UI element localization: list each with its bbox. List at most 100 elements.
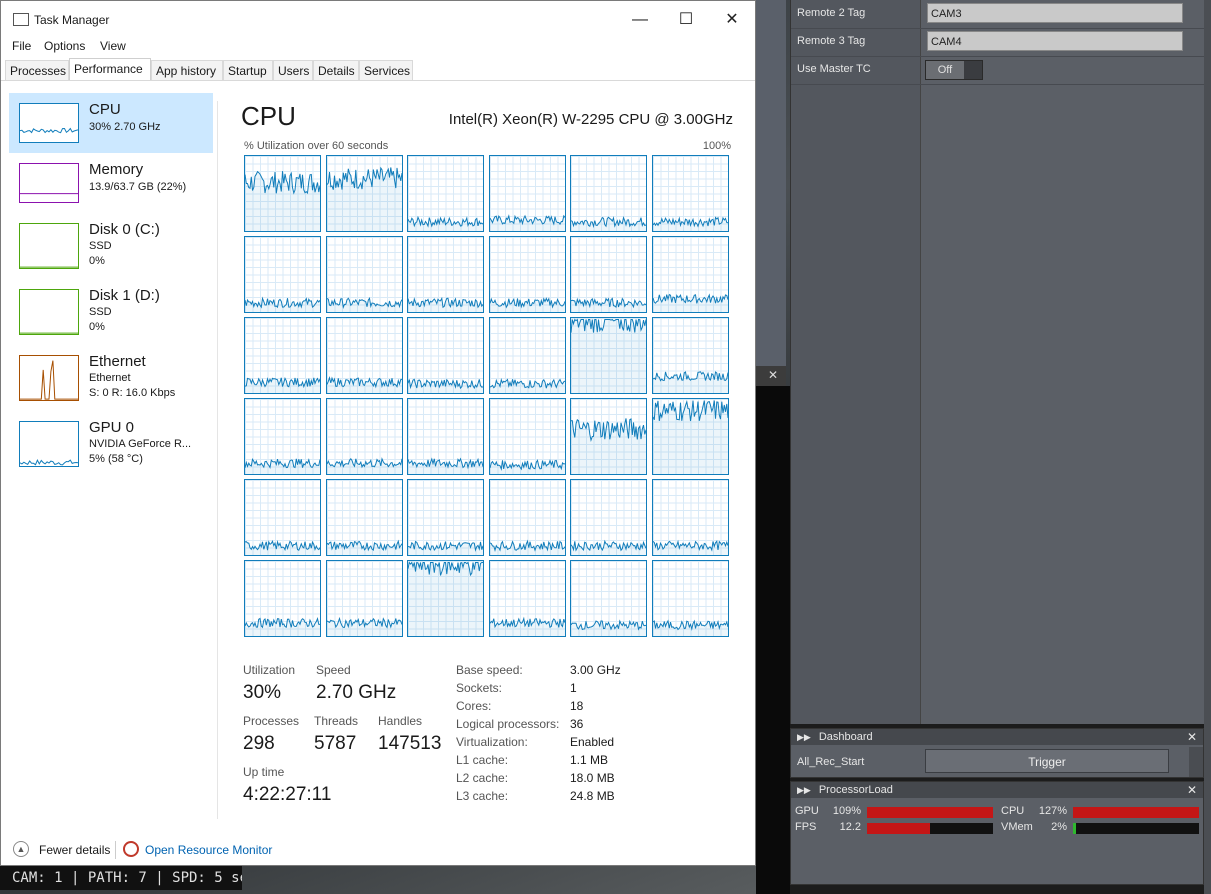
utilization-label: Utilization bbox=[243, 663, 296, 677]
sidebar-item-disk0[interactable]: Disk 0 (C:) SSD 0% bbox=[9, 213, 213, 273]
meter-name: VMem bbox=[1001, 821, 1033, 833]
core-graph bbox=[652, 398, 729, 475]
speed-value: 2.70 GHz bbox=[316, 682, 397, 703]
core-utilization-line bbox=[408, 296, 484, 312]
meter-bar bbox=[1073, 807, 1199, 818]
tab-app-history[interactable]: App history bbox=[151, 60, 223, 80]
sidebar-item-disk1[interactable]: Disk 1 (D:) SSD 0% bbox=[9, 279, 213, 339]
meter-bar bbox=[1073, 823, 1199, 834]
remote2-tag-field[interactable]: CAM3 bbox=[927, 3, 1183, 23]
core-utilization-line bbox=[489, 214, 565, 231]
dashboard-panel: ▶▶ Dashboard ✕ All_Rec_Start Trigger bbox=[790, 728, 1204, 778]
dashboard-title: Dashboard bbox=[818, 731, 873, 743]
core-utilization-area bbox=[326, 167, 402, 231]
disk1-thumbnail-graph bbox=[19, 289, 79, 335]
menu-options[interactable]: Options bbox=[44, 39, 85, 53]
expand-icon[interactable]: ▶▶ bbox=[797, 732, 811, 742]
core-graph bbox=[325, 236, 403, 313]
dashboard-header: ▶▶ Dashboard ✕ bbox=[791, 729, 1203, 745]
chevron-up-icon[interactable]: ▲ bbox=[13, 841, 29, 857]
setting-label: Remote 3 Tag bbox=[797, 35, 866, 47]
meter-name: GPU bbox=[795, 805, 819, 817]
meter-bar bbox=[867, 823, 993, 834]
sidebar-item-gpu0[interactable]: GPU 0 NVIDIA GeForce R... 5% (58 °C) bbox=[9, 411, 213, 471]
core-utilization-line bbox=[653, 399, 728, 474]
core-utilization-line bbox=[489, 297, 565, 312]
tab-details[interactable]: Details bbox=[313, 60, 359, 80]
menu-view[interactable]: View bbox=[100, 39, 126, 53]
spec-label: L2 cache: bbox=[456, 771, 509, 785]
dashboard-row-label: All_Rec_Start bbox=[797, 756, 865, 768]
core-utilization-line bbox=[245, 540, 320, 555]
core-graph bbox=[652, 155, 729, 232]
sidebar-item-name: Disk 0 (C:) bbox=[89, 221, 160, 238]
sidebar-item-detail: NVIDIA GeForce R... bbox=[89, 438, 192, 450]
label-column bbox=[791, 0, 921, 724]
tab-users[interactable]: Users bbox=[273, 60, 313, 80]
core-utilization-line bbox=[245, 617, 320, 636]
fewer-details-link[interactable]: Fewer details bbox=[39, 843, 110, 857]
core-graph bbox=[407, 317, 485, 394]
sidebar-item-ethernet[interactable]: Ethernet Ethernet S: 0 R: 16.0 Kbps bbox=[9, 345, 213, 405]
core-utilization-line bbox=[489, 378, 565, 393]
sidebar-item-detail: 30% 2.70 GHz bbox=[89, 121, 161, 133]
open-resource-monitor-link[interactable]: Open Resource Monitor bbox=[145, 843, 272, 857]
sidebar-item-memory[interactable]: Memory 13.9/63.7 GB (22%) bbox=[9, 153, 213, 213]
title-bar[interactable]: Task Manager — ☐ ✕ bbox=[1, 1, 755, 35]
close-icon[interactable]: ✕ bbox=[768, 368, 778, 382]
spec-value: 18.0 MB bbox=[570, 771, 615, 785]
close-button[interactable]: ✕ bbox=[709, 7, 755, 33]
close-icon[interactable]: ✕ bbox=[1187, 782, 1197, 798]
trigger-button[interactable]: Trigger bbox=[925, 749, 1169, 773]
core-graph bbox=[570, 560, 648, 637]
expand-icon[interactable]: ▶▶ bbox=[797, 785, 811, 795]
core-graph bbox=[325, 398, 403, 475]
master-tc-toggle[interactable]: Off bbox=[925, 60, 983, 80]
core-utilization-line bbox=[326, 539, 402, 555]
core-graph bbox=[244, 155, 321, 232]
logical-processor-graphs[interactable] bbox=[244, 155, 732, 637]
sidebar-item-cpu[interactable]: CPU 30% 2.70 GHz bbox=[9, 93, 213, 153]
core-utilization-line bbox=[489, 539, 565, 555]
sidebar-item-detail: S: 0 R: 16.0 Kbps bbox=[89, 387, 176, 399]
core-graph bbox=[488, 479, 566, 556]
meter-fill bbox=[1073, 823, 1076, 834]
toggle-label: Off bbox=[926, 61, 964, 79]
tab-processes[interactable]: Processes bbox=[5, 60, 69, 80]
footer-divider bbox=[115, 841, 116, 859]
minimize-button[interactable]: — bbox=[617, 7, 663, 33]
spec-label: L3 cache: bbox=[456, 789, 509, 803]
core-graph bbox=[570, 155, 648, 232]
graph-label: % Utilization over 60 seconds bbox=[244, 140, 389, 152]
sidebar-item-detail: 5% (58 °C) bbox=[89, 453, 143, 465]
threads-label: Threads bbox=[314, 714, 359, 728]
maximize-button[interactable]: ☐ bbox=[663, 7, 709, 33]
spec-value: 24.8 MB bbox=[570, 789, 615, 803]
sidebar-item-detail: 13.9/63.7 GB (22%) bbox=[89, 181, 187, 193]
setting-row-remote3: Remote 3 Tag CAM4 bbox=[791, 28, 1205, 57]
tab-startup[interactable]: Startup bbox=[223, 60, 273, 80]
close-icon[interactable]: ✕ bbox=[1187, 729, 1197, 745]
tab-services[interactable]: Services bbox=[359, 60, 413, 80]
remote3-tag-field[interactable]: CAM4 bbox=[927, 31, 1183, 51]
setting-label: Use Master TC bbox=[797, 63, 871, 75]
core-graph bbox=[570, 479, 648, 556]
menu-file[interactable]: File bbox=[12, 39, 31, 53]
task-manager-window: Task Manager — ☐ ✕ File Options View Pro… bbox=[0, 0, 756, 866]
dashboard-scrollbar[interactable] bbox=[1189, 747, 1203, 777]
core-graph bbox=[652, 317, 729, 394]
sidebar-item-detail: 0% bbox=[89, 321, 105, 333]
core-graph bbox=[652, 560, 729, 637]
spec-value: 1 bbox=[570, 681, 577, 695]
core-graph bbox=[407, 560, 485, 637]
uptime-value: 4:22:27:11 bbox=[243, 784, 332, 805]
meter-name: FPS bbox=[795, 821, 817, 833]
sidebar-item-detail: SSD bbox=[89, 240, 112, 252]
cpu-model: Intel(R) Xeon(R) W-2295 CPU @ 3.00GHz bbox=[448, 111, 733, 128]
window-title: Task Manager bbox=[34, 13, 110, 27]
video-overlay-text: CAM: 1 | PATH: 7 | SPD: 5 sec bbox=[0, 866, 242, 890]
core-utilization-line bbox=[326, 296, 402, 312]
utilization-value: 30% bbox=[243, 682, 282, 703]
tab-performance[interactable]: Performance bbox=[69, 58, 151, 81]
thumbnail-line bbox=[20, 332, 78, 334]
